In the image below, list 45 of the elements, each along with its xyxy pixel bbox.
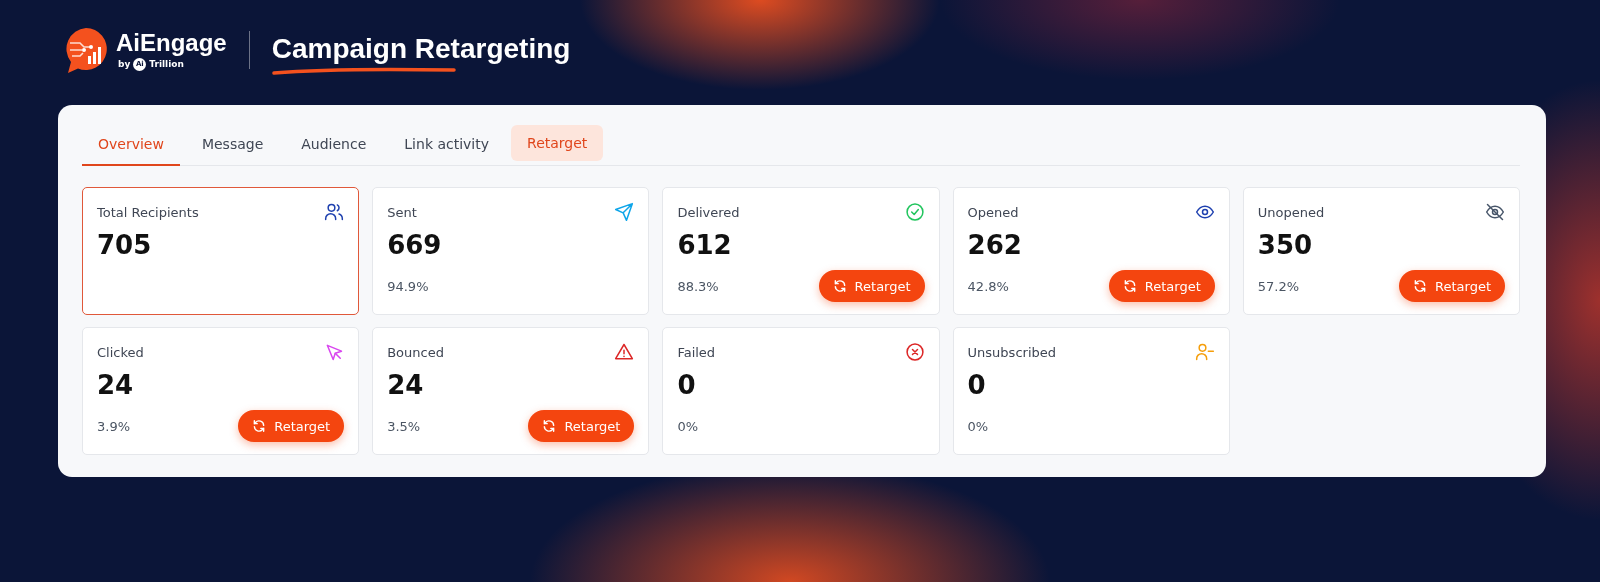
brand-name: AiEngage bbox=[116, 29, 227, 56]
refresh-icon bbox=[832, 279, 847, 293]
stat-value: 0 bbox=[967, 370, 987, 400]
tab[interactable]: Overview bbox=[82, 125, 180, 166]
tab[interactable]: Audience bbox=[285, 125, 383, 166]
company-name: Trillion bbox=[149, 59, 184, 69]
byline-text: by bbox=[118, 59, 131, 69]
retarget-button[interactable]: Retarget bbox=[238, 410, 345, 442]
tab[interactable]: Link activity bbox=[388, 125, 506, 166]
refresh-icon bbox=[1413, 279, 1427, 293]
retarget-button[interactable]: Retarget bbox=[1108, 270, 1215, 302]
stat-value: 705 bbox=[97, 230, 153, 260]
refresh-icon bbox=[542, 419, 557, 433]
stat-value: 612 bbox=[677, 230, 733, 260]
stat-label: Opened bbox=[967, 204, 1019, 220]
retarget-button[interactable]: Retarget bbox=[818, 270, 925, 302]
stat-rate: 0% bbox=[967, 418, 989, 434]
retarget-button[interactable]: Retarget bbox=[528, 410, 635, 442]
stat-rate: 88.3% bbox=[677, 278, 719, 294]
retarget-button[interactable]: Retarget bbox=[1399, 270, 1505, 302]
stat-value: 350 bbox=[1257, 230, 1314, 260]
stat-label: Clicked bbox=[97, 344, 144, 360]
page-title: Campaign Retargeting bbox=[271, 33, 571, 65]
stat-label: Total Recipients bbox=[97, 204, 199, 220]
stat-label: Unopened bbox=[1257, 204, 1325, 220]
stat-label: Sent bbox=[387, 204, 417, 220]
stat-rate: 0% bbox=[677, 418, 698, 434]
stat-label: Bounced bbox=[387, 344, 444, 360]
stat-rate: 3.5% bbox=[387, 418, 421, 434]
refresh-icon bbox=[252, 419, 267, 433]
stat-rate: 94.9% bbox=[387, 278, 429, 294]
tab[interactable]: Retarget bbox=[511, 125, 604, 161]
stat-label: Failed bbox=[677, 344, 716, 360]
stat-value: 262 bbox=[967, 230, 1023, 260]
tab[interactable]: Message bbox=[185, 125, 280, 166]
stat-value: 0 bbox=[677, 370, 697, 400]
stat-label: Delivered bbox=[677, 204, 740, 220]
stat-rate: 42.8% bbox=[967, 278, 1009, 294]
stat-label: Unsubscribed bbox=[967, 344, 1056, 360]
stat-value: 669 bbox=[387, 230, 443, 260]
stat-value: 24 bbox=[387, 370, 425, 400]
stat-value: 24 bbox=[97, 370, 135, 400]
stat-rate: 3.9% bbox=[97, 418, 131, 434]
refresh-icon bbox=[1122, 279, 1137, 293]
stat-rate: 57.2% bbox=[1257, 278, 1300, 294]
